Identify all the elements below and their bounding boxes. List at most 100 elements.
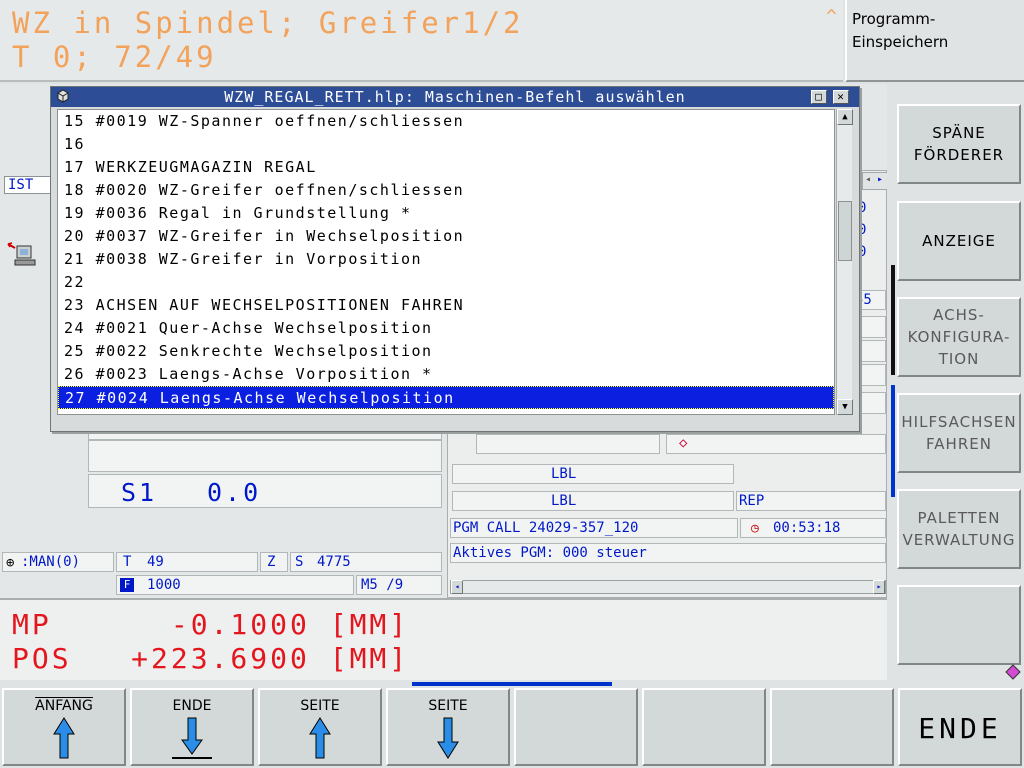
list-item[interactable]: 19 #0036 Regal in Grundstellung * [58, 202, 834, 225]
mode-value: :MAN(0) [21, 554, 81, 570]
list-item-selected[interactable]: 27 #0024 Laengs-Achse Wechselposition [58, 386, 834, 409]
close-icon[interactable]: ✕ [833, 90, 849, 104]
crosshair-icon: ⊕ [6, 555, 15, 571]
hscroll-right-icon[interactable]: ▸ [873, 580, 885, 594]
arrow-down-bar-icon [172, 717, 212, 759]
seite-down-button[interactable]: SEITE [386, 688, 510, 766]
eraser-cell: ◇ [666, 434, 886, 454]
arrow-up-bar-icon [53, 717, 75, 759]
softkey-page-indicator [412, 682, 612, 686]
hilfsachsen-fahren-button[interactable]: HILFSACHSEN FAHREN [897, 393, 1021, 473]
panel-empty-cell-2 [856, 340, 886, 362]
dialog-scrollbar[interactable]: ▲ ▼ [836, 109, 853, 415]
dialog-title-bar[interactable]: WZW_REGAL_RETT.hlp: Maschinen-Befehl aus… [51, 87, 859, 107]
bottom-softkey-empty-3[interactable] [770, 688, 894, 766]
rsk-1-line-2: FÖRDERER [913, 146, 1005, 164]
panel-empty-cell-4 [856, 392, 886, 414]
seite-up-button[interactable]: SEITE [258, 688, 382, 766]
spindle-value: 0.0 [207, 478, 262, 507]
panel-scroll-right-icon[interactable]: ▸ [877, 174, 883, 185]
lbl-label-2: LBL [551, 493, 577, 509]
m-cell: M5 /9 [356, 575, 442, 595]
rsk-3-line-3: TION [938, 350, 980, 368]
scroll-up-icon[interactable]: ▲ [837, 109, 853, 125]
speed-cell: S 4775 [290, 552, 442, 572]
rep-label: REP [739, 493, 765, 509]
list-item[interactable]: 26 #0023 Laengs-Achse Vorposition * [58, 363, 834, 386]
rsk-1-line-1: SPÄNE [932, 124, 986, 142]
speed-label: S [295, 554, 304, 570]
eraser-icon[interactable]: ◇ [679, 435, 687, 451]
list-item[interactable]: 23 ACHSEN AUF WECHSELPOSITIONEN FAHREN [58, 294, 834, 317]
spaene-foerderer-button[interactable]: SPÄNE FÖRDERER [897, 104, 1021, 184]
seite-up-label: SEITE [300, 698, 340, 714]
rep-cell: REP [736, 491, 886, 511]
header-bar: WZ in Spindel; Greifer1/2 T 0; 72/49 ^ [0, 0, 843, 82]
seite-down-label: SEITE [428, 698, 468, 714]
lbl-cell-2: LBL [452, 491, 734, 511]
paletten-verwaltung-button[interactable]: PALETTEN VERWALTUNG [897, 489, 1021, 569]
ende-scroll-button[interactable]: ENDE [130, 688, 254, 766]
pos-line: POS +223.6900 [MM] [12, 642, 410, 675]
lbl-cell-1: LBL [452, 464, 734, 484]
list-item[interactable]: 16 [58, 133, 834, 156]
hscroll-left-icon[interactable]: ◂ [451, 580, 463, 594]
header-line-2: T 0; 72/49 [12, 40, 217, 74]
list-item[interactable]: 18 #0020 WZ-Greifer oeffnen/schliessen [58, 179, 834, 202]
window-menu-icon[interactable] [55, 88, 71, 104]
arrow-down-icon [437, 717, 459, 759]
command-select-dialog: WZW_REGAL_RETT.hlp: Maschinen-Befehl aus… [50, 86, 860, 432]
panel-empty-cell-5 [476, 434, 660, 454]
axis-label: Z [267, 554, 276, 570]
horizontal-scrollbar[interactable]: ◂ ▸ [450, 580, 886, 594]
m-value: M5 /9 [361, 577, 404, 593]
machine-icon[interactable] [5, 238, 37, 270]
achs-konfiguration-button[interactable]: ACHS- KONFIGURA- TION [897, 297, 1021, 377]
maximize-icon[interactable]: □ [811, 90, 827, 104]
mp-line: MP -0.1000 [MM] [12, 608, 410, 641]
right-softkey-empty[interactable] [897, 585, 1021, 665]
mode-cell: ⊕ :MAN(0) [2, 552, 114, 572]
list-item[interactable]: 15 #0019 WZ-Spanner oeffnen/schliessen [58, 110, 834, 133]
panel-scroll-arrows[interactable]: ◂ ▸ [862, 172, 888, 190]
panel-empty-cell-1 [856, 316, 886, 338]
right-softkey-marker [891, 265, 895, 375]
panel-scroll-left-icon[interactable]: ◂ [865, 174, 871, 185]
position-readout: MP -0.1000 [MM] POS +223.6900 [MM] [0, 598, 890, 680]
diamond-icon[interactable] [1005, 664, 1021, 680]
lbl-label-1: LBL [551, 466, 577, 482]
list-item[interactable]: 21 #0038 WZ-Greifer in Vorposition [58, 248, 834, 271]
panel-empty-cell-3 [856, 364, 886, 386]
right-softkey-marker-blue [891, 385, 895, 497]
list-item[interactable]: 25 #0022 Senkrechte Wechselposition [58, 340, 834, 363]
pgm-call-cell: PGM CALL 24029-357_120 [450, 518, 738, 538]
rsk-3-line-1: ACHS- [933, 306, 985, 324]
tool-value: 49 [147, 554, 164, 570]
scroll-down-icon[interactable]: ▼ [837, 399, 853, 415]
list-item[interactable]: 22 [58, 271, 834, 294]
anfang-label: ANFANG [35, 698, 93, 714]
list-item[interactable]: 17 WERKZEUGMAGAZIN REGAL [58, 156, 834, 179]
active-pgm-value: Aktives PGM: 000 steuer [453, 545, 647, 561]
ende-button[interactable]: ENDE [898, 688, 1022, 766]
list-item[interactable]: 24 #0021 Quer-Achse Wechselposition [58, 317, 834, 340]
tool-cell: T 49 [116, 552, 258, 572]
bottom-softkey-empty-2[interactable] [642, 688, 766, 766]
tool-label: T [123, 554, 132, 570]
time-value: 00:53:18 [773, 520, 841, 536]
scroll-thumb[interactable] [838, 201, 852, 261]
rsk-5-line-1: PALETTEN [917, 509, 1001, 527]
pgm-call-value: PGM CALL 24029-357_120 [453, 520, 639, 536]
axis-cell: Z [260, 552, 288, 572]
program-store-panel[interactable]: Programm- Einspeichern [845, 0, 1024, 82]
anzeige-button[interactable]: ANZEIGE [897, 201, 1021, 281]
bottom-softkey-empty-1[interactable] [514, 688, 638, 766]
rsk-5-line-2: VERWALTUNG [902, 531, 1016, 549]
program-store-line-2: Einspeichern [852, 33, 949, 51]
spindle-label: S1 [121, 478, 158, 507]
command-list[interactable]: 15 #0019 WZ-Spanner oeffnen/schliessen 1… [57, 109, 835, 415]
list-item[interactable]: 20 #0037 WZ-Greifer in Wechselposition [58, 225, 834, 248]
collapse-arrow-icon[interactable]: ^ [826, 6, 837, 27]
panel-value-partial-1: 0 [858, 200, 867, 216]
anfang-button[interactable]: ANFANG [2, 688, 126, 766]
